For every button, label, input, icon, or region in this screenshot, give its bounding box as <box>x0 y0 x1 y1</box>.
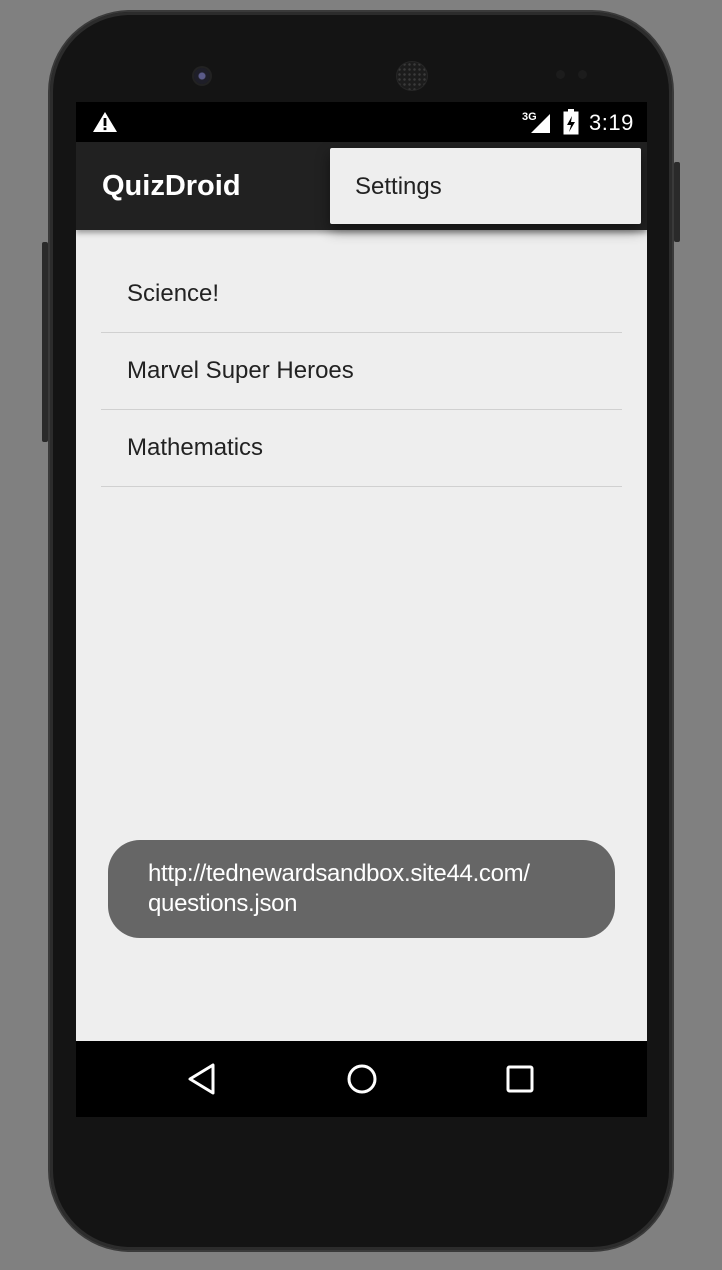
back-icon[interactable] <box>185 1061 221 1097</box>
overflow-menu-popup: Settings <box>330 148 641 224</box>
volume-button <box>42 242 48 442</box>
topic-label: Science! <box>127 280 220 307</box>
toast-line-url: http://tednewardsandbox.site44.com/ <box>148 860 530 887</box>
device-screen: 3G 3:19 QuizDroid Settings Science! Marv… <box>76 102 647 1117</box>
topic-list: Science! Marvel Super Heroes Mathematics <box>101 256 622 487</box>
app-title: QuizDroid <box>102 170 241 202</box>
toast-message: http://tednewardsandbox.site44.com/ ques… <box>108 840 615 938</box>
warning-triangle-icon <box>93 112 117 132</box>
front-camera <box>194 68 210 84</box>
list-item[interactable]: Mathematics <box>101 410 622 487</box>
topic-label: Marvel Super Heroes <box>127 357 354 384</box>
recents-icon[interactable] <box>502 1061 538 1097</box>
status-bar: 3G 3:19 <box>76 102 647 142</box>
topic-label: Mathematics <box>127 434 264 461</box>
toast-text: http://tednewardsandbox.site44.com/ ques… <box>148 859 588 919</box>
network-type-label: 3G <box>522 111 537 123</box>
navigation-bar <box>76 1041 647 1117</box>
proximity-sensor <box>556 70 565 79</box>
light-sensor <box>578 70 587 79</box>
home-icon[interactable] <box>344 1061 380 1097</box>
toast-line-file: questions.json <box>148 890 298 917</box>
earpiece-speaker <box>397 62 427 90</box>
menu-item-settings[interactable]: Settings <box>355 173 442 201</box>
power-button <box>674 162 680 242</box>
list-item[interactable]: Marvel Super Heroes <box>101 333 622 410</box>
cellular-signal-icon: 3G <box>522 111 550 133</box>
list-item[interactable]: Science! <box>101 256 622 333</box>
battery-charging-icon <box>563 109 579 135</box>
status-clock: 3:19 <box>589 110 634 135</box>
